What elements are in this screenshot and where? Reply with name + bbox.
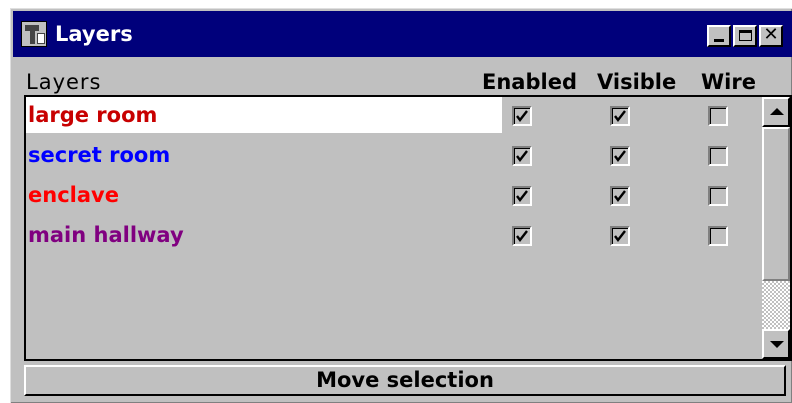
visible-checkbox[interactable] bbox=[610, 146, 630, 166]
enabled-checkbox[interactable] bbox=[512, 146, 532, 166]
vertical-scrollbar[interactable] bbox=[762, 97, 790, 359]
maximize-icon bbox=[739, 30, 752, 41]
layer-row[interactable]: main hallway bbox=[26, 217, 760, 253]
wire-checkbox[interactable] bbox=[708, 186, 728, 206]
column-header-enabled: Enabled bbox=[482, 70, 577, 94]
scroll-track-hatch bbox=[762, 281, 790, 329]
column-header-wire: Wire bbox=[701, 70, 756, 94]
visible-checkbox[interactable] bbox=[610, 106, 630, 126]
wire-checkbox[interactable] bbox=[708, 146, 728, 166]
layer-row[interactable]: secret room bbox=[26, 137, 760, 173]
title-bar[interactable]: Layers ✕ bbox=[13, 11, 792, 57]
close-button[interactable]: ✕ bbox=[759, 24, 783, 47]
enabled-checkbox[interactable] bbox=[512, 106, 532, 126]
enabled-checkbox[interactable] bbox=[512, 186, 532, 206]
layer-name: main hallway bbox=[28, 223, 184, 247]
scroll-up-button[interactable] bbox=[762, 97, 790, 127]
layer-row[interactable]: enclave bbox=[26, 177, 760, 213]
window-title: Layers bbox=[55, 22, 133, 46]
column-header-visible: Visible bbox=[597, 70, 677, 94]
layer-name: secret room bbox=[28, 143, 171, 167]
minimize-button[interactable] bbox=[707, 25, 731, 47]
column-header-layers: Layers bbox=[26, 70, 102, 94]
layer-name: enclave bbox=[28, 183, 119, 207]
scroll-down-button[interactable] bbox=[762, 329, 790, 359]
layers-list[interactable]: large room secret room enclave main hallway bbox=[24, 95, 792, 361]
arrow-up-icon bbox=[770, 108, 784, 115]
scroll-track[interactable] bbox=[762, 127, 790, 329]
visible-checkbox[interactable] bbox=[610, 186, 630, 206]
arrow-down-icon bbox=[770, 341, 784, 348]
wire-checkbox[interactable] bbox=[708, 226, 728, 246]
visible-checkbox[interactable] bbox=[610, 226, 630, 246]
scroll-thumb[interactable] bbox=[762, 127, 790, 281]
move-selection-button[interactable]: Move selection bbox=[24, 365, 786, 396]
layer-row[interactable]: large room bbox=[26, 97, 760, 133]
minimize-icon bbox=[714, 39, 724, 42]
enabled-checkbox[interactable] bbox=[512, 226, 532, 246]
maximize-button[interactable] bbox=[733, 25, 757, 47]
wire-checkbox[interactable] bbox=[708, 106, 728, 126]
close-icon: ✕ bbox=[763, 24, 779, 45]
layers-window: Layers ✕ Layers Enabled Visible Wire lar… bbox=[10, 8, 792, 403]
app-icon[interactable] bbox=[21, 21, 47, 47]
layer-name: large room bbox=[28, 103, 158, 127]
